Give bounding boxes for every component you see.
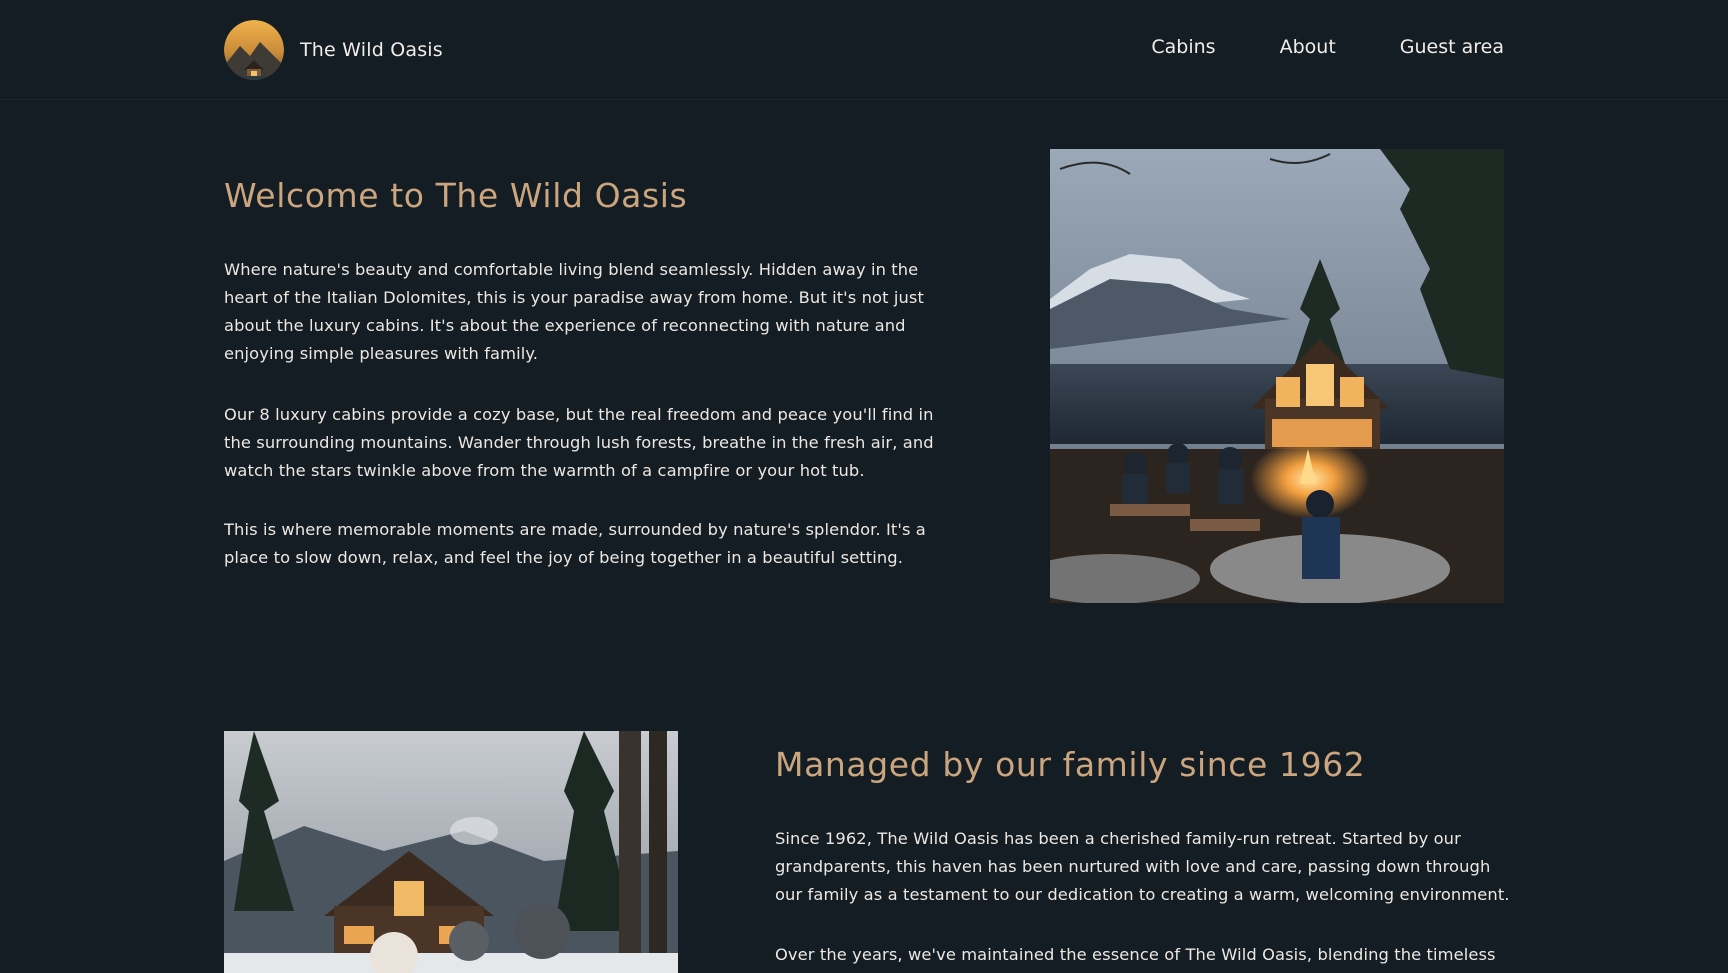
lakeside-cabin-campfire-image <box>1050 149 1504 603</box>
main-navigation: Cabins About Guest area <box>1151 36 1504 58</box>
site-header: The Wild Oasis Cabins About Guest area <box>0 0 1728 100</box>
nav-link-cabins[interactable]: Cabins <box>1151 36 1215 58</box>
family-paragraph-1: Since 1962, The Wild Oasis has been a ch… <box>775 829 1510 904</box>
welcome-paragraph-1: Where nature's beauty and comfortable li… <box>224 260 924 363</box>
family-heading: Managed by our family since 1962 <box>775 745 1366 784</box>
mountain-cabin-logo-icon <box>224 20 284 80</box>
brand-name: The Wild Oasis <box>300 39 443 61</box>
nav-link-about[interactable]: About <box>1280 36 1336 58</box>
family-paragraph-2: Over the years, we've maintained the ess… <box>775 945 1496 964</box>
family-cabin-image <box>224 731 678 973</box>
welcome-heading: Welcome to The Wild Oasis <box>224 176 688 215</box>
welcome-paragraph-2: Our 8 luxury cabins provide a cozy base,… <box>224 405 934 480</box>
welcome-paragraph-3: This is where memorable moments are made… <box>224 520 926 567</box>
home-logo-link[interactable]: The Wild Oasis <box>224 20 443 80</box>
nav-link-guest-area[interactable]: Guest area <box>1400 36 1504 58</box>
